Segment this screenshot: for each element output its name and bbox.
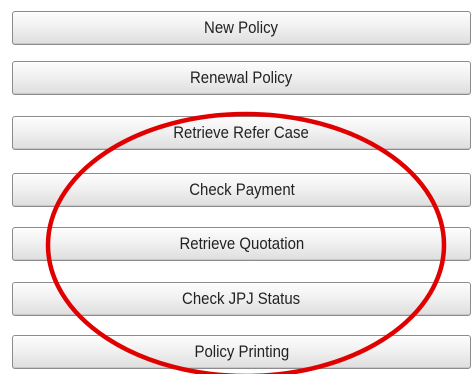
policy-printing-button[interactable]: Policy Printing xyxy=(12,335,471,369)
retrieve-quotation-button[interactable]: Retrieve Quotation xyxy=(12,227,471,261)
check-payment-label: Check Payment xyxy=(188,180,295,199)
retrieve-quotation-label: Retrieve Quotation xyxy=(179,234,304,253)
check-jpj-status-button[interactable]: Check JPJ Status xyxy=(12,282,471,316)
renewal-policy-label: Renewal Policy xyxy=(190,68,293,87)
check-jpj-status-label: Check JPJ Status xyxy=(182,289,301,308)
new-policy-label: New Policy xyxy=(204,18,279,37)
check-payment-button[interactable]: Check Payment xyxy=(12,173,471,207)
renewal-policy-button[interactable]: Renewal Policy xyxy=(12,61,471,95)
new-policy-button[interactable]: New Policy xyxy=(12,11,471,45)
policy-printing-label: Policy Printing xyxy=(194,342,289,361)
retrieve-refer-case-label: Retrieve Refer Case xyxy=(173,123,310,142)
retrieve-refer-case-button[interactable]: Retrieve Refer Case xyxy=(12,116,471,150)
policy-menu: New Policy Renewal Policy Retrieve Refer… xyxy=(12,0,473,374)
